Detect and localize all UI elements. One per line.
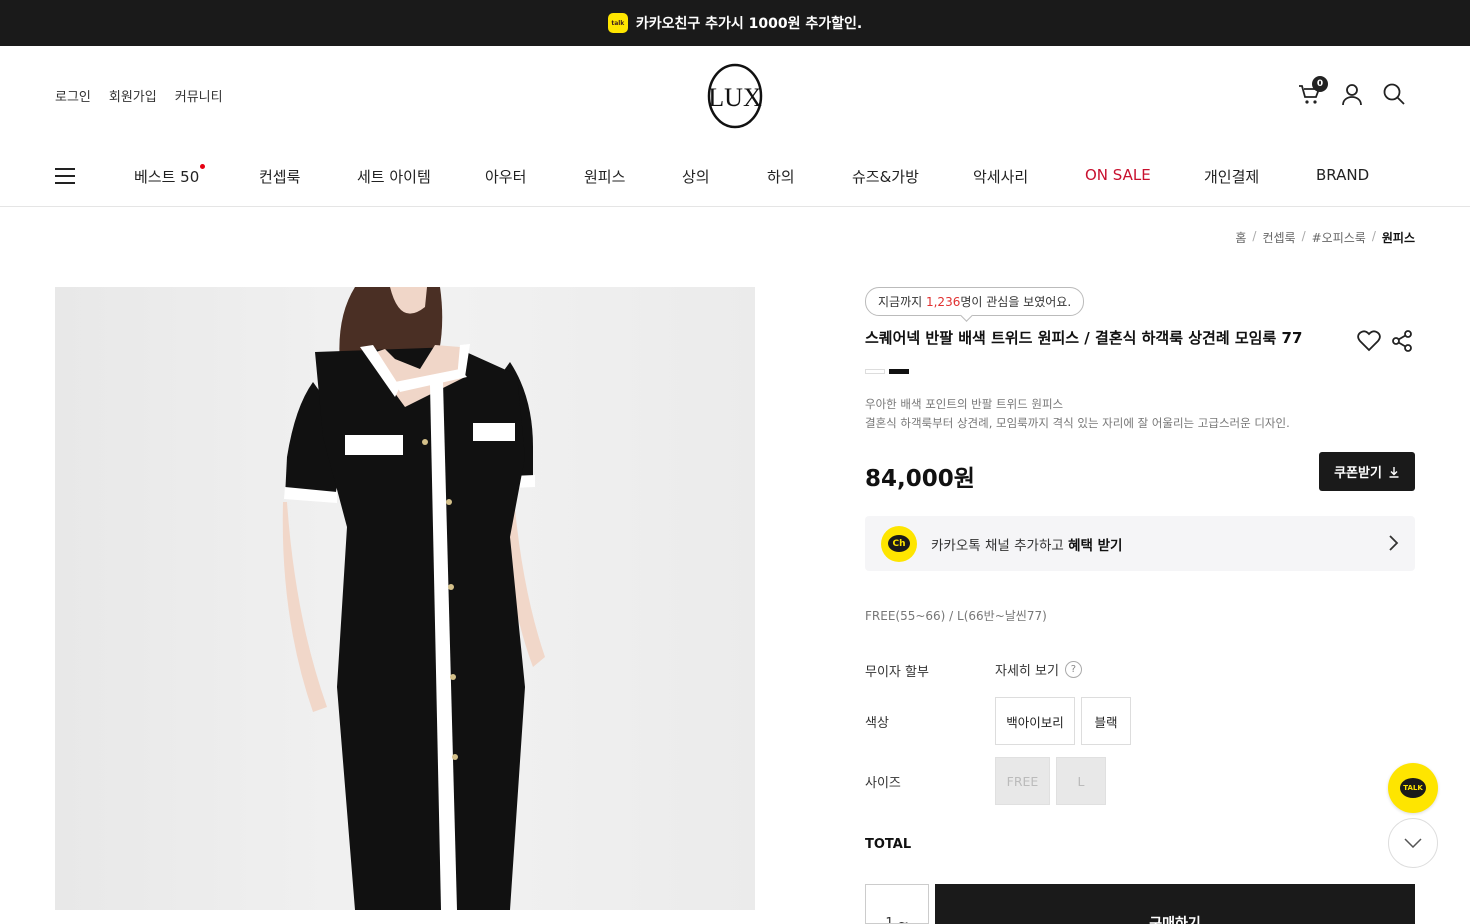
- nav-shoes-bag[interactable]: 슈즈&가방: [852, 166, 919, 187]
- ch-label: Ch: [888, 535, 910, 552]
- size-option-l[interactable]: L: [1056, 757, 1106, 805]
- breadcrumb: 홈 / 컨셉룩 / #오피스룩 / 원피스: [1235, 229, 1415, 246]
- color-option-black[interactable]: 블랙: [1081, 697, 1131, 745]
- logo-text: LUX: [708, 83, 762, 112]
- nav-best50[interactable]: 베스트 50: [134, 164, 206, 187]
- kakao-prefix: 카카오톡 채널 추가하고: [931, 537, 1069, 554]
- kakao-bold: 혜택 받기: [1068, 537, 1123, 554]
- product-title: 스퀘어넥 반팔 배색 트위드 원피스 / 결혼식 하객룩 상견례 모임룩 77: [865, 329, 1303, 347]
- size-option-free[interactable]: FREE: [995, 757, 1050, 805]
- interest-count: 1,236: [925, 295, 961, 309]
- header-icons: 0: [1298, 76, 1406, 106]
- promo-topbar: talk 카카오친구 추가시 1000원 추가할인.: [0, 0, 1470, 46]
- nav-onepiece[interactable]: 원피스: [584, 166, 625, 187]
- total-label: TOTAL: [865, 837, 912, 852]
- nav-set-item[interactable]: 세트 아이템: [357, 166, 431, 187]
- color-label: 색상: [865, 716, 889, 731]
- buy-label: 구매하기: [1149, 916, 1201, 924]
- swatch-black: [889, 369, 909, 374]
- color-swatches: [865, 369, 909, 374]
- chevron-down-icon: [1404, 838, 1422, 848]
- nav-best50-label: 베스트 50: [134, 168, 200, 186]
- coupon-button[interactable]: 쿠폰받기: [1319, 452, 1415, 491]
- chevron-right-icon: [1389, 535, 1399, 551]
- talk-icon: TALK: [1400, 778, 1426, 798]
- swatch-ivory: [865, 369, 885, 374]
- menu-icon[interactable]: [55, 168, 75, 184]
- join-link[interactable]: 회원가입: [109, 86, 157, 105]
- nav-top[interactable]: 상의: [682, 166, 710, 187]
- kakao-channel-banner[interactable]: Ch 카카오톡 채널 추가하고 혜택 받기: [865, 516, 1415, 571]
- product-image[interactable]: [55, 287, 755, 910]
- cart-count-badge: 0: [1312, 76, 1328, 92]
- promo-text: 카카오친구 추가시 1000원 추가할인.: [635, 16, 863, 32]
- download-icon: [1389, 466, 1399, 478]
- nav-brand[interactable]: BRAND: [1316, 166, 1369, 184]
- size-guide-text: FREE(55~66) / L(66반~날씬77): [865, 609, 1047, 623]
- interest-prefix: 지금까지: [878, 295, 926, 309]
- quantity-stepper[interactable]: 1 ~: [865, 884, 929, 924]
- cart-button[interactable]: 0: [1298, 76, 1328, 106]
- buy-button[interactable]: 구매하기: [935, 884, 1415, 924]
- installment-detail-link[interactable]: 자세히 보기 ?: [995, 660, 1082, 679]
- help-icon: ?: [1064, 661, 1082, 678]
- new-dot-icon: [200, 164, 206, 169]
- kakao-banner-text: 카카오톡 채널 추가하고 혜택 받기: [931, 534, 1122, 554]
- nav-personal-pay[interactable]: 개인결제: [1204, 166, 1259, 187]
- nav-on-sale[interactable]: ON SALE: [1085, 166, 1151, 184]
- util-links: 로그인 회원가입 커뮤니티: [55, 86, 223, 105]
- nav-concept[interactable]: 컨셉룩: [259, 166, 300, 187]
- scroll-down-button[interactable]: [1388, 818, 1438, 868]
- search-button[interactable]: [1382, 82, 1406, 106]
- brand-logo[interactable]: LUX: [706, 62, 764, 130]
- interest-suffix: 명이 관심을 보였어요.: [960, 295, 1072, 309]
- site-header: 로그인 회원가입 커뮤니티 LUX 0: [0, 46, 1470, 146]
- desc-line-1: 우아한 배색 포인트의 반팔 트위드 원피스: [865, 397, 1064, 411]
- search-icon: [1383, 83, 1405, 105]
- user-icon: [1342, 84, 1362, 106]
- coupon-label: 쿠폰받기: [1334, 466, 1382, 481]
- product-description: 우아한 배색 포인트의 반팔 트위드 원피스 결혼식 하객룩부터 상견례, 모임…: [865, 395, 1290, 433]
- color-option-ivory[interactable]: 백아이보리: [995, 697, 1075, 745]
- nav-outer[interactable]: 아우터: [485, 166, 526, 187]
- product-info: 지금까지 1,236명이 관심을 보였어요. 스퀘어넥 반팔 배색 트위드 원피…: [865, 287, 1415, 924]
- breadcrumb-office[interactable]: #오피스룩: [1312, 229, 1366, 246]
- login-link[interactable]: 로그인: [55, 86, 91, 105]
- share-icon[interactable]: [1391, 330, 1413, 352]
- dress-illustration: [282, 287, 545, 910]
- interest-tooltip: 지금까지 1,236명이 관심을 보였어요.: [865, 287, 1085, 316]
- kakao-talk-button[interactable]: TALK: [1388, 763, 1438, 813]
- kakao-channel-icon: Ch: [881, 525, 917, 562]
- size-label: 사이즈: [865, 776, 901, 791]
- desc-line-2: 결혼식 하객룩부터 상견례, 모임룩까지 격식 있는 자리에 잘 어울리는 고급…: [865, 416, 1290, 430]
- kakao-icon: talk: [607, 13, 628, 33]
- breadcrumb-concept[interactable]: 컨셉룩: [1262, 229, 1295, 246]
- main-nav: 베스트 50 컨셉룩 세트 아이템 아우터 원피스 상의 하의 슈즈&가방 악세…: [0, 146, 1470, 207]
- detail-link-label: 자세히 보기: [995, 664, 1059, 679]
- heart-icon[interactable]: [1357, 330, 1381, 352]
- breadcrumb-home[interactable]: 홈: [1235, 229, 1246, 246]
- account-button[interactable]: [1340, 82, 1364, 106]
- nav-accessory[interactable]: 악세사리: [973, 166, 1028, 187]
- installment-label: 무이자 할부: [865, 665, 929, 680]
- breadcrumb-current: 원피스: [1381, 231, 1415, 245]
- qty-partial: 1 ~: [885, 916, 909, 924]
- nav-bottom[interactable]: 하의: [767, 166, 795, 187]
- product-price: 84,000원: [865, 466, 975, 492]
- community-link[interactable]: 커뮤니티: [175, 86, 223, 105]
